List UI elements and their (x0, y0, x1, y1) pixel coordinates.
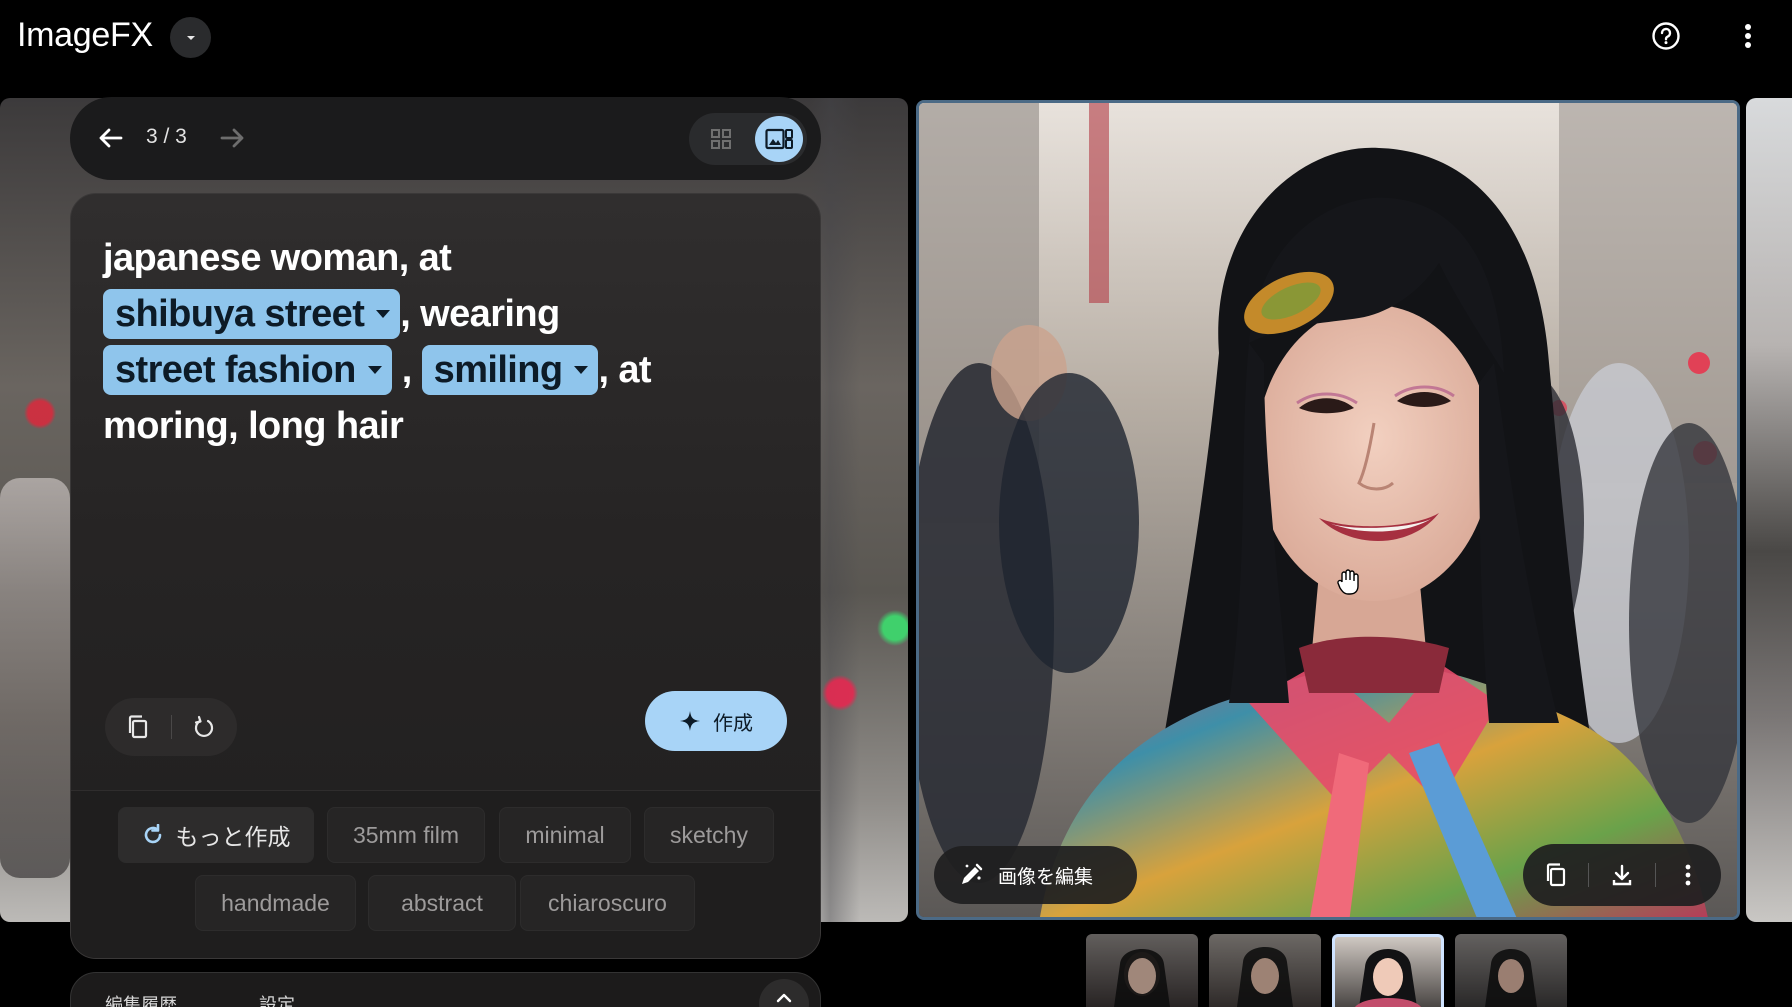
app-title: ImageFX (17, 16, 153, 54)
tab-edit-history[interactable]: 編集履歴 (105, 991, 177, 1007)
reset-icon (195, 715, 214, 738)
suggestion-label: chiaroscuro (548, 889, 667, 916)
history-settings-panel: 編集履歴 設定 (70, 972, 821, 1007)
download-icon (1612, 864, 1632, 886)
image-navigator: 3 / 3 (70, 97, 821, 180)
image-counter: 3 / 3 (146, 125, 187, 148)
refresh-icon (144, 824, 161, 844)
arrow-left-icon (99, 128, 123, 148)
prompt-text-segment: , (391, 349, 422, 391)
suggestion-chip[interactable]: 35mm film (327, 807, 485, 863)
chevron-down-icon (186, 35, 195, 40)
prompt-tools (105, 698, 237, 756)
arrow-right-icon (220, 128, 244, 148)
suggestion-chip[interactable]: minimal (499, 807, 631, 863)
more-vert-icon (1745, 24, 1751, 48)
create-more-button[interactable]: もっと作成 (118, 807, 314, 863)
chevron-up-icon (776, 993, 792, 1003)
top-app-bar: ImageFX (0, 0, 1792, 76)
chip-label: street fashion (115, 349, 356, 391)
suggestion-label: minimal (525, 821, 605, 848)
suggestion-label: 35mm film (352, 821, 460, 848)
copy-icon (1546, 863, 1565, 887)
edit-image-label: 画像を編集 (998, 866, 1094, 888)
sparkle-icon (680, 711, 700, 731)
thumbnail-portrait (1485, 949, 1537, 1007)
copy-prompt-button[interactable] (105, 698, 171, 756)
copy-icon (128, 715, 147, 739)
help-button[interactable] (1648, 18, 1684, 54)
prompt-chip-clothing[interactable]: street fashion (103, 345, 392, 395)
grid-view-icon (711, 129, 731, 149)
previous-image-button[interactable] (90, 118, 130, 158)
thumbnail-portrait (1237, 947, 1293, 1007)
create-button[interactable]: 作成 (645, 691, 787, 751)
suggestion-chip[interactable]: chiaroscuro (520, 875, 695, 931)
tab-settings[interactable]: 設定 (259, 991, 295, 1007)
help-circle-icon (1652, 22, 1680, 50)
thumbnail-strip (1086, 934, 1567, 1007)
chip-dropdown-icon (367, 366, 382, 374)
app-switcher-button[interactable] (170, 17, 211, 58)
suggestion-label: sketchy (670, 821, 748, 848)
single-view-icon (765, 128, 793, 150)
next-image-button[interactable] (213, 118, 253, 158)
portrait-illustration (919, 103, 1737, 917)
prompt-panel: japanese woman, at shibuya street , weari… (70, 193, 821, 959)
next-image-preview[interactable] (1746, 98, 1792, 922)
suggestion-label: abstract (401, 889, 483, 916)
download-button[interactable] (1589, 844, 1654, 906)
prompt-text-segment: moring, long hair (103, 405, 404, 447)
suggestion-chip[interactable]: sketchy (644, 807, 774, 863)
single-view-button[interactable] (755, 116, 803, 162)
view-mode-toggle (689, 113, 807, 165)
copy-image-button[interactable] (1523, 844, 1588, 906)
thumbnail-portrait (1355, 949, 1421, 1007)
image-action-bar (1523, 844, 1721, 906)
chip-dropdown-icon (574, 366, 589, 374)
generated-image[interactable] (916, 100, 1740, 920)
suggestion-chips: もっと作成 35mm film minimal sketchy handmade… (71, 790, 820, 958)
thumbnail-2[interactable] (1209, 934, 1321, 1007)
background-crowd (0, 478, 70, 878)
chip-label: smiling (433, 349, 563, 391)
prompt-text-segment: , wearing (400, 293, 560, 335)
reset-prompt-button[interactable] (172, 698, 238, 756)
prompt-editor[interactable]: japanese woman, at shibuya street , weari… (103, 230, 803, 454)
suggestion-chip[interactable]: abstract (368, 875, 516, 931)
grid-view-button[interactable] (699, 117, 743, 161)
thumbnail-3-selected[interactable] (1332, 934, 1444, 1007)
prompt-text-segment: japanese woman, at (103, 237, 452, 279)
chip-dropdown-icon (376, 310, 391, 318)
suggestion-chip[interactable]: handmade (195, 875, 356, 931)
pencil-icon (962, 863, 983, 884)
thumbnail-4[interactable] (1455, 934, 1567, 1007)
prompt-chip-location[interactable]: shibuya street (103, 289, 401, 339)
thumbnail-portrait (1114, 949, 1170, 1007)
chip-label: shibuya street (115, 293, 365, 335)
suggestion-label: handmade (221, 889, 330, 916)
more-options-button[interactable] (1730, 18, 1766, 54)
create-more-label: もっと作成 (175, 824, 291, 850)
create-label: 作成 (713, 712, 753, 735)
edit-image-button[interactable]: 画像を編集 (934, 846, 1137, 904)
more-vert-icon (1685, 864, 1691, 886)
thumbnail-1[interactable] (1086, 934, 1198, 1007)
image-more-button[interactable] (1656, 844, 1721, 906)
prompt-chip-expression[interactable]: smiling (421, 345, 599, 395)
prompt-text-segment: , at (598, 349, 651, 391)
hand-cursor-icon (1337, 569, 1359, 595)
expand-panel-button[interactable] (759, 979, 809, 1007)
